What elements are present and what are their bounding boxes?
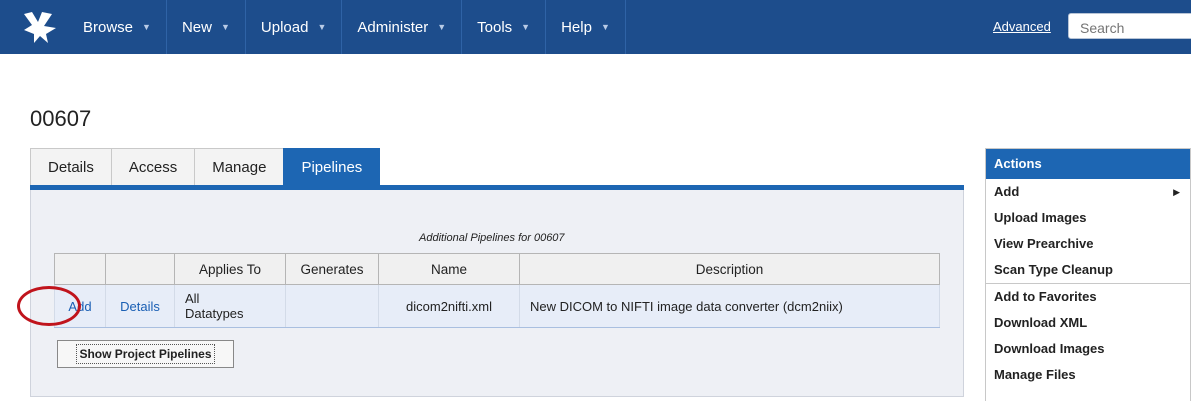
nav-upload-label: Upload (260, 18, 309, 36)
header-blank-2 (105, 253, 175, 285)
chevron-down-icon: ▼ (521, 22, 531, 32)
page-title: 00607 (30, 106, 92, 131)
triangle-right-icon: ▶ (1173, 187, 1180, 197)
nav-administer[interactable]: Administer ▼ (342, 0, 463, 54)
top-nav-bar: Browse ▼ New ▼ Upload ▼ Administer ▼ Tools ▼ … (0, 0, 1191, 54)
chevron-down-icon: ▼ (142, 22, 151, 32)
action-scan-type-cleanup[interactable]: Scan Type Cleanup (986, 257, 1190, 283)
tab-details[interactable]: Details (30, 148, 112, 186)
action-download-images[interactable]: Download Images (986, 336, 1190, 362)
pipeline-name-cell: dicom2nifti.xml (378, 284, 520, 328)
pipelines-table: Applies To Generates Name Description Ad… (54, 253, 940, 328)
tab-access[interactable]: Access (110, 148, 196, 186)
nav-tools[interactable]: Tools ▼ (462, 0, 547, 54)
nav-new-label: New (181, 18, 212, 36)
pipeline-description-cell: New DICOM to NIFTI image data converter … (519, 284, 940, 328)
action-view-prearchive[interactable]: View Prearchive (986, 231, 1190, 257)
header-description: Description (519, 253, 940, 285)
chevron-down-icon: ▼ (317, 22, 327, 32)
action-add-label: Add (994, 184, 1020, 199)
header-applies-to: Applies To (174, 253, 286, 285)
show-project-pipelines-button[interactable]: Show Project Pipelines (57, 340, 234, 368)
action-upload-images[interactable]: Upload Images (986, 205, 1190, 231)
action-manage-files[interactable]: Manage Files (986, 362, 1190, 388)
nav-help[interactable]: Help ▼ (546, 0, 626, 54)
header-name: Name (378, 253, 520, 285)
xnat-logo-icon[interactable] (22, 10, 58, 44)
generates-cell (285, 284, 379, 328)
chevron-down-icon: ▼ (220, 22, 230, 32)
applies-to-cell: All Datatypes (174, 284, 286, 328)
action-download-xml[interactable]: Download XML (986, 310, 1190, 336)
actions-title: Actions (986, 149, 1190, 179)
header-blank-1 (54, 253, 106, 285)
table-row: Add Details All Datatypes dicom2nifti.xml… (54, 284, 940, 328)
applies-to-line-2: Datatypes (185, 306, 244, 321)
nav-browse[interactable]: Browse ▼ (68, 0, 167, 54)
main-menu: Browse ▼ New ▼ Upload ▼ Administer ▼ Tools ▼ … (68, 0, 626, 54)
action-add[interactable]: Add ▶ (986, 179, 1190, 205)
show-project-pipelines-label: Show Project Pipelines (76, 344, 215, 364)
nav-upload[interactable]: Upload ▼ (246, 0, 343, 54)
applies-to-line-1: All (185, 291, 200, 306)
chevron-down-icon: ▼ (437, 22, 447, 32)
nav-help-label: Help (561, 18, 592, 36)
actions-box: Actions Add ▶ Upload Images View Prearchi… (985, 148, 1191, 401)
nav-new[interactable]: New ▼ (167, 0, 246, 54)
project-tabs: Details Access Manage Pipelines (30, 148, 381, 186)
add-pipeline-link[interactable]: Add (54, 284, 106, 328)
advanced-search-link[interactable]: Advanced (993, 19, 1051, 34)
action-add-to-favorites[interactable]: Add to Favorites (986, 283, 1190, 310)
pipeline-details-link[interactable]: Details (105, 284, 175, 328)
nav-tools-label: Tools (477, 18, 513, 36)
tab-manage[interactable]: Manage (194, 148, 285, 186)
search-input[interactable] (1068, 13, 1191, 39)
pipelines-caption: Additional Pipelines for 00607 (419, 232, 565, 244)
tab-pipelines[interactable]: Pipelines (283, 148, 381, 186)
nav-administer-label: Administer (357, 18, 429, 36)
chevron-down-icon: ▼ (600, 22, 610, 32)
table-header-row: Applies To Generates Name Description (54, 253, 940, 285)
header-generates: Generates (285, 253, 379, 285)
nav-browse-label: Browse (83, 18, 134, 36)
